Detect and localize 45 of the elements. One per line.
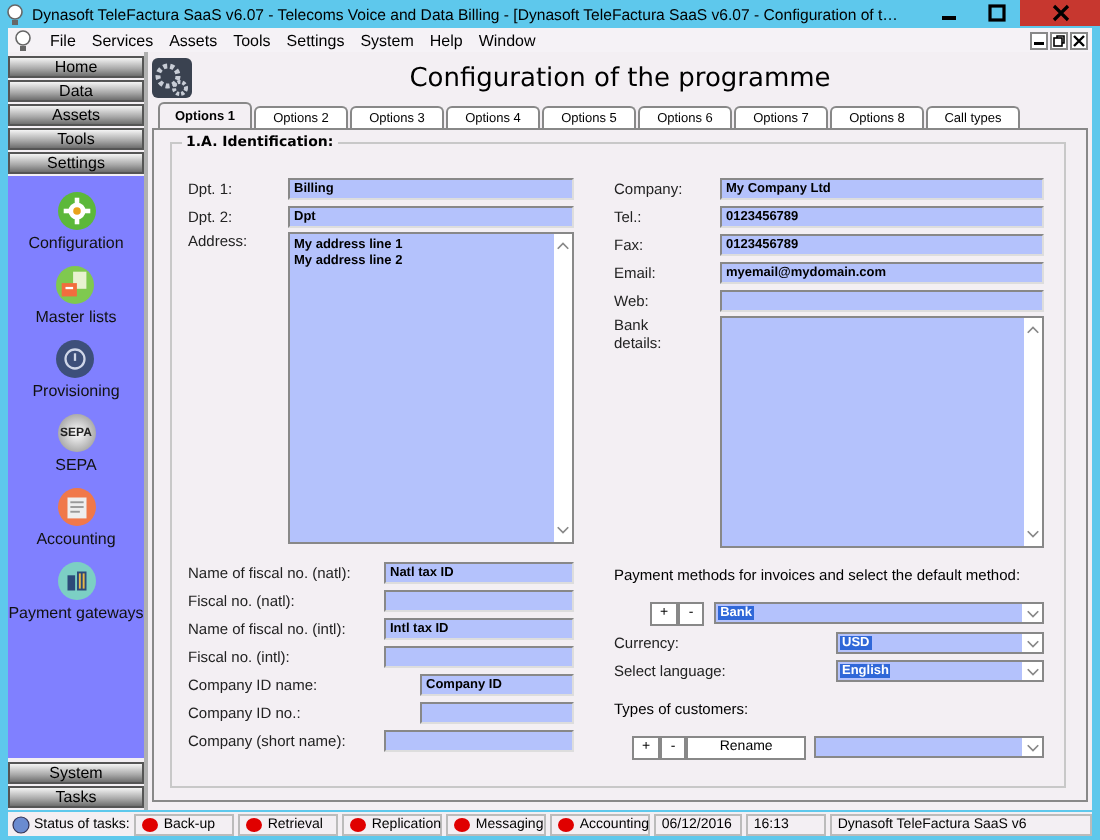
sidebar-button[interactable]: Assets: [8, 104, 144, 126]
module-label[interactable]: SEPA: [55, 456, 97, 474]
maximize-icon: [987, 4, 1005, 22]
menu-item[interactable]: Tools: [227, 31, 277, 49]
close-button[interactable]: [1070, 31, 1088, 49]
globe-icon: [12, 815, 30, 833]
gear-icon: [152, 58, 192, 98]
bulb-icon: [6, 3, 24, 25]
module-label[interactable]: Provisioning: [32, 382, 120, 400]
text-field[interactable]: [384, 589, 574, 611]
text-field[interactable]: [420, 701, 574, 723]
menu-item[interactable]: Settings: [280, 31, 351, 49]
dial-icon: [56, 340, 95, 378]
menu-item[interactable]: Help: [423, 31, 469, 49]
menu-item[interactable]: Services: [85, 31, 160, 49]
text-field[interactable]: [720, 289, 1044, 311]
document-icon: [57, 488, 95, 526]
sidebar-button[interactable]: Tasks: [8, 786, 144, 808]
sidebar-button[interactable]: Home: [8, 56, 144, 78]
sidebar-button[interactable]: System: [8, 762, 144, 784]
restore-button[interactable]: [1050, 31, 1068, 49]
restore-icon: [1052, 33, 1066, 47]
text-field[interactable]: [384, 729, 574, 751]
sidebar-button[interactable]: Tools: [8, 128, 144, 150]
page-heading: Configuration of the programme: [407, 63, 833, 93]
menu-item[interactable]: System: [354, 31, 420, 49]
menu-item[interactable]: Window: [472, 31, 542, 49]
list-icon: [56, 266, 95, 304]
menu-item[interactable]: File: [44, 31, 82, 49]
module-label[interactable]: Configuration: [28, 234, 124, 252]
customer-type-dropdown[interactable]: [814, 736, 1044, 758]
gear-icon: [57, 192, 95, 230]
sidebar-button[interactable]: Settings: [8, 152, 144, 174]
minimize-button[interactable]: [1030, 31, 1048, 49]
module-label[interactable]: Master lists: [35, 308, 117, 326]
text-field[interactable]: [384, 645, 574, 667]
sidebar-button[interactable]: Data: [8, 80, 144, 102]
menu-item[interactable]: Assets: [163, 31, 224, 49]
building-icon: [57, 562, 95, 600]
close-icon: [1072, 33, 1086, 47]
bank-details-field[interactable]: [720, 316, 1044, 548]
bulb-icon: [14, 29, 32, 51]
module-label[interactable]: Accounting: [36, 530, 116, 548]
module-label[interactable]: Payment gateways: [8, 604, 144, 622]
close-icon: [1051, 4, 1069, 22]
